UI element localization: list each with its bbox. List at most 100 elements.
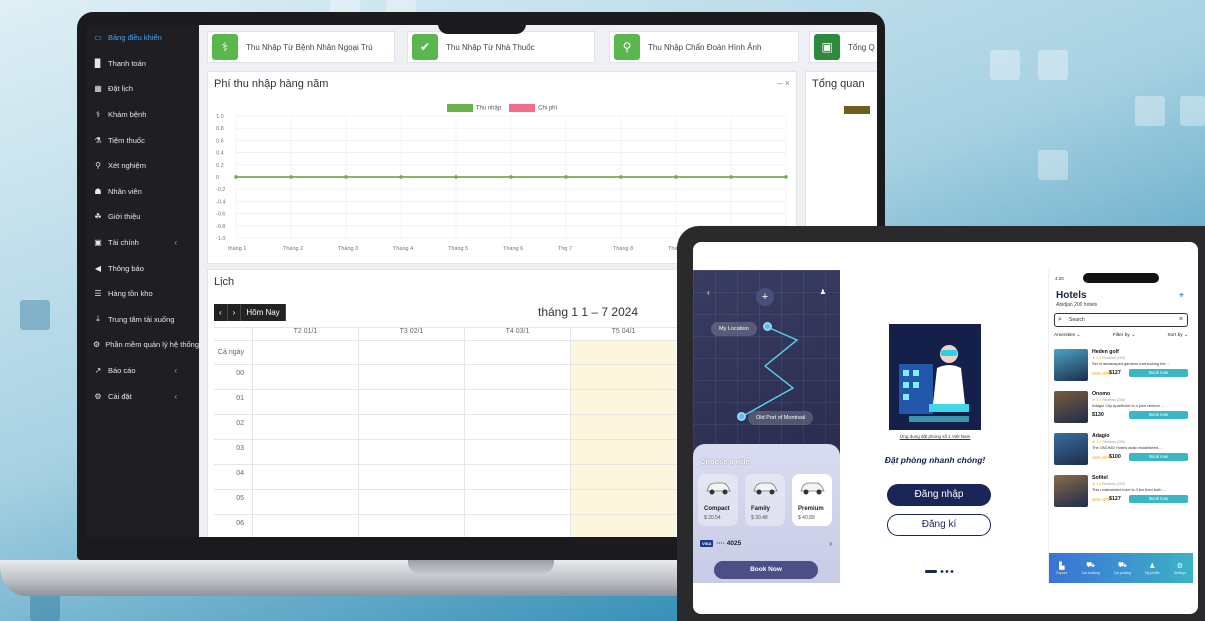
time-slot[interactable] bbox=[464, 440, 570, 464]
tab-item[interactable]: ⛟ Car pooling bbox=[1114, 561, 1131, 575]
sort-by-dropdown[interactable]: Sort by ⌄ bbox=[1167, 333, 1188, 338]
book-now-button[interactable]: Book now bbox=[1129, 453, 1188, 461]
book-now-button[interactable]: Book now bbox=[1129, 495, 1188, 503]
time-slot[interactable] bbox=[252, 440, 358, 464]
day-header[interactable]: T2 01/1 bbox=[252, 328, 358, 340]
sidebar-item[interactable]: ☗ Nhân viên bbox=[87, 179, 199, 205]
time-slot[interactable] bbox=[358, 390, 464, 414]
calendar-next-button[interactable]: › bbox=[227, 304, 242, 321]
hotel-list-item[interactable]: Heden golf ★ 3.4 Reviews (200) Set in land… bbox=[1054, 349, 1188, 387]
time-slot[interactable] bbox=[252, 490, 358, 514]
app-caption-link[interactable]: Ứng dụng đặt phòng số 1 Việt Nam bbox=[865, 434, 1005, 439]
time-slot[interactable] bbox=[464, 365, 570, 389]
sidebar-item[interactable]: ▣ Tài chính ‹ bbox=[87, 230, 199, 256]
time-slot[interactable] bbox=[570, 515, 676, 537]
clear-icon[interactable]: × bbox=[1179, 314, 1183, 326]
time-slot[interactable] bbox=[358, 490, 464, 514]
sidebar-item[interactable]: ☘ Giới thiệu bbox=[87, 204, 199, 230]
all-day-slot[interactable] bbox=[464, 341, 570, 364]
book-now-button[interactable]: Book now bbox=[1129, 411, 1188, 419]
data-point[interactable] bbox=[344, 175, 348, 179]
legend-item[interactable]: Chi phí bbox=[509, 104, 557, 112]
time-slot[interactable] bbox=[464, 415, 570, 439]
time-slot[interactable] bbox=[252, 465, 358, 489]
data-point[interactable] bbox=[399, 175, 403, 179]
sidebar-item[interactable]: ⤓ Trung tâm tải xuống bbox=[87, 307, 199, 333]
tab-item[interactable]: ⛟ Car booking bbox=[1082, 561, 1100, 575]
time-slot[interactable] bbox=[570, 465, 676, 489]
add-stop-button[interactable]: + bbox=[756, 288, 774, 306]
data-point[interactable] bbox=[289, 175, 293, 179]
stat-card[interactable]: ⚕ Thu Nhập Từ Bệnh Nhân Ngoại Trú bbox=[207, 31, 395, 63]
my-location-pill[interactable]: My Location bbox=[711, 322, 757, 336]
ride-option-card[interactable]: Compact $ 20.54 bbox=[698, 474, 738, 526]
login-button[interactable]: Đăng nhập bbox=[887, 484, 991, 506]
destination-pill[interactable]: Old Port of Montreal bbox=[748, 411, 814, 425]
data-point[interactable] bbox=[619, 175, 623, 179]
book-now-button[interactable]: Book Now bbox=[714, 561, 818, 579]
time-slot[interactable] bbox=[252, 515, 358, 537]
time-slot[interactable] bbox=[252, 390, 358, 414]
sidebar-item[interactable]: ☰ Hàng tồn kho bbox=[87, 281, 199, 307]
all-day-slot[interactable] bbox=[252, 341, 358, 364]
sidebar-item[interactable]: ⚙ Cài đặt ‹ bbox=[87, 383, 199, 409]
tab-item[interactable]: ♟ My profile bbox=[1145, 562, 1159, 575]
data-point[interactable] bbox=[454, 175, 458, 179]
back-icon[interactable]: ‹ bbox=[707, 288, 710, 297]
time-slot[interactable] bbox=[358, 415, 464, 439]
data-point[interactable] bbox=[234, 175, 238, 179]
data-point[interactable] bbox=[674, 175, 678, 179]
hotel-search-input[interactable]: ⌕ Search × bbox=[1054, 313, 1188, 327]
time-slot[interactable] bbox=[464, 515, 570, 537]
data-point[interactable] bbox=[564, 175, 568, 179]
time-slot[interactable] bbox=[464, 490, 570, 514]
stat-card[interactable]: ⚲ Thu Nhập Chẩn Đoán Hình Ảnh bbox=[609, 31, 799, 63]
data-point[interactable] bbox=[784, 175, 788, 179]
time-slot[interactable] bbox=[570, 490, 676, 514]
stat-card[interactable]: ▣ Tổng Q bbox=[809, 31, 877, 63]
signup-button[interactable]: Đăng kí bbox=[887, 514, 991, 536]
sidebar-item[interactable]: ↗ Báo cáo ‹ bbox=[87, 358, 199, 384]
time-slot[interactable] bbox=[358, 365, 464, 389]
day-header[interactable]: T3 02/1 bbox=[358, 328, 464, 340]
ride-option-card[interactable]: Premium $ 40.89 bbox=[792, 474, 832, 526]
user-icon[interactable]: ♟ bbox=[820, 288, 826, 296]
ride-option-card[interactable]: Family $ 30.48 bbox=[745, 474, 785, 526]
data-point[interactable] bbox=[729, 175, 733, 179]
amenities-dropdown[interactable]: Amenities ⌄ bbox=[1054, 333, 1080, 338]
sidebar-item[interactable]: ⚕ Khám bệnh bbox=[87, 102, 199, 128]
all-day-slot[interactable] bbox=[358, 341, 464, 364]
tab-item[interactable]: ⚙ Settings bbox=[1174, 562, 1186, 575]
time-slot[interactable] bbox=[252, 365, 358, 389]
calendar-today-button[interactable]: Hôm Nay bbox=[241, 304, 286, 321]
time-slot[interactable] bbox=[570, 415, 676, 439]
page-indicator[interactable] bbox=[925, 570, 955, 573]
sidebar-item[interactable]: ◀ Thông báo bbox=[87, 255, 199, 281]
time-slot[interactable] bbox=[358, 465, 464, 489]
data-point[interactable] bbox=[509, 175, 513, 179]
hotel-list-item[interactable]: Onomo ★ 3.4 Reviews (200) Adagio City Apar… bbox=[1054, 391, 1188, 429]
all-day-slot[interactable] bbox=[570, 341, 676, 364]
payment-method[interactable]: VISA ···· 4025 bbox=[700, 540, 741, 547]
location-pin-icon[interactable]: ⌖ bbox=[1179, 290, 1184, 301]
sidebar-item[interactable]: ⚙ Phần mềm quản lý hệ thống bbox=[87, 332, 199, 358]
day-header[interactable]: T5 04/1 bbox=[570, 328, 676, 340]
panel-controls[interactable]: – × bbox=[777, 78, 790, 88]
time-slot[interactable] bbox=[570, 440, 676, 464]
sidebar-item[interactable]: ⚗ Tiệm thuốc bbox=[87, 127, 199, 153]
sidebar-item[interactable]: ▦ Đặt lịch bbox=[87, 76, 199, 102]
time-slot[interactable] bbox=[464, 465, 570, 489]
time-slot[interactable] bbox=[358, 515, 464, 537]
book-now-button[interactable]: Book now bbox=[1129, 369, 1188, 377]
time-slot[interactable] bbox=[358, 440, 464, 464]
hotel-list-item[interactable]: Sofitel ★ 3.4 Reviews (200) This understat… bbox=[1054, 475, 1188, 513]
day-header[interactable]: T4 03/1 bbox=[464, 328, 570, 340]
calendar-prev-button[interactable]: ‹ bbox=[214, 304, 228, 321]
hotel-list-item[interactable]: Adagio ★ 3.4 Reviews (200) The ONOMO Hotel… bbox=[1054, 433, 1188, 471]
time-slot[interactable] bbox=[570, 365, 676, 389]
filter-by-dropdown[interactable]: Filter by ⌄ bbox=[1113, 333, 1135, 338]
tab-item[interactable]: ▙ Explore bbox=[1056, 562, 1067, 575]
sidebar-item[interactable]: ⚲ Xét nghiệm bbox=[87, 153, 199, 179]
stat-card[interactable]: ✔ Thu Nhập Từ Nhà Thuốc bbox=[407, 31, 595, 63]
time-slot[interactable] bbox=[570, 390, 676, 414]
